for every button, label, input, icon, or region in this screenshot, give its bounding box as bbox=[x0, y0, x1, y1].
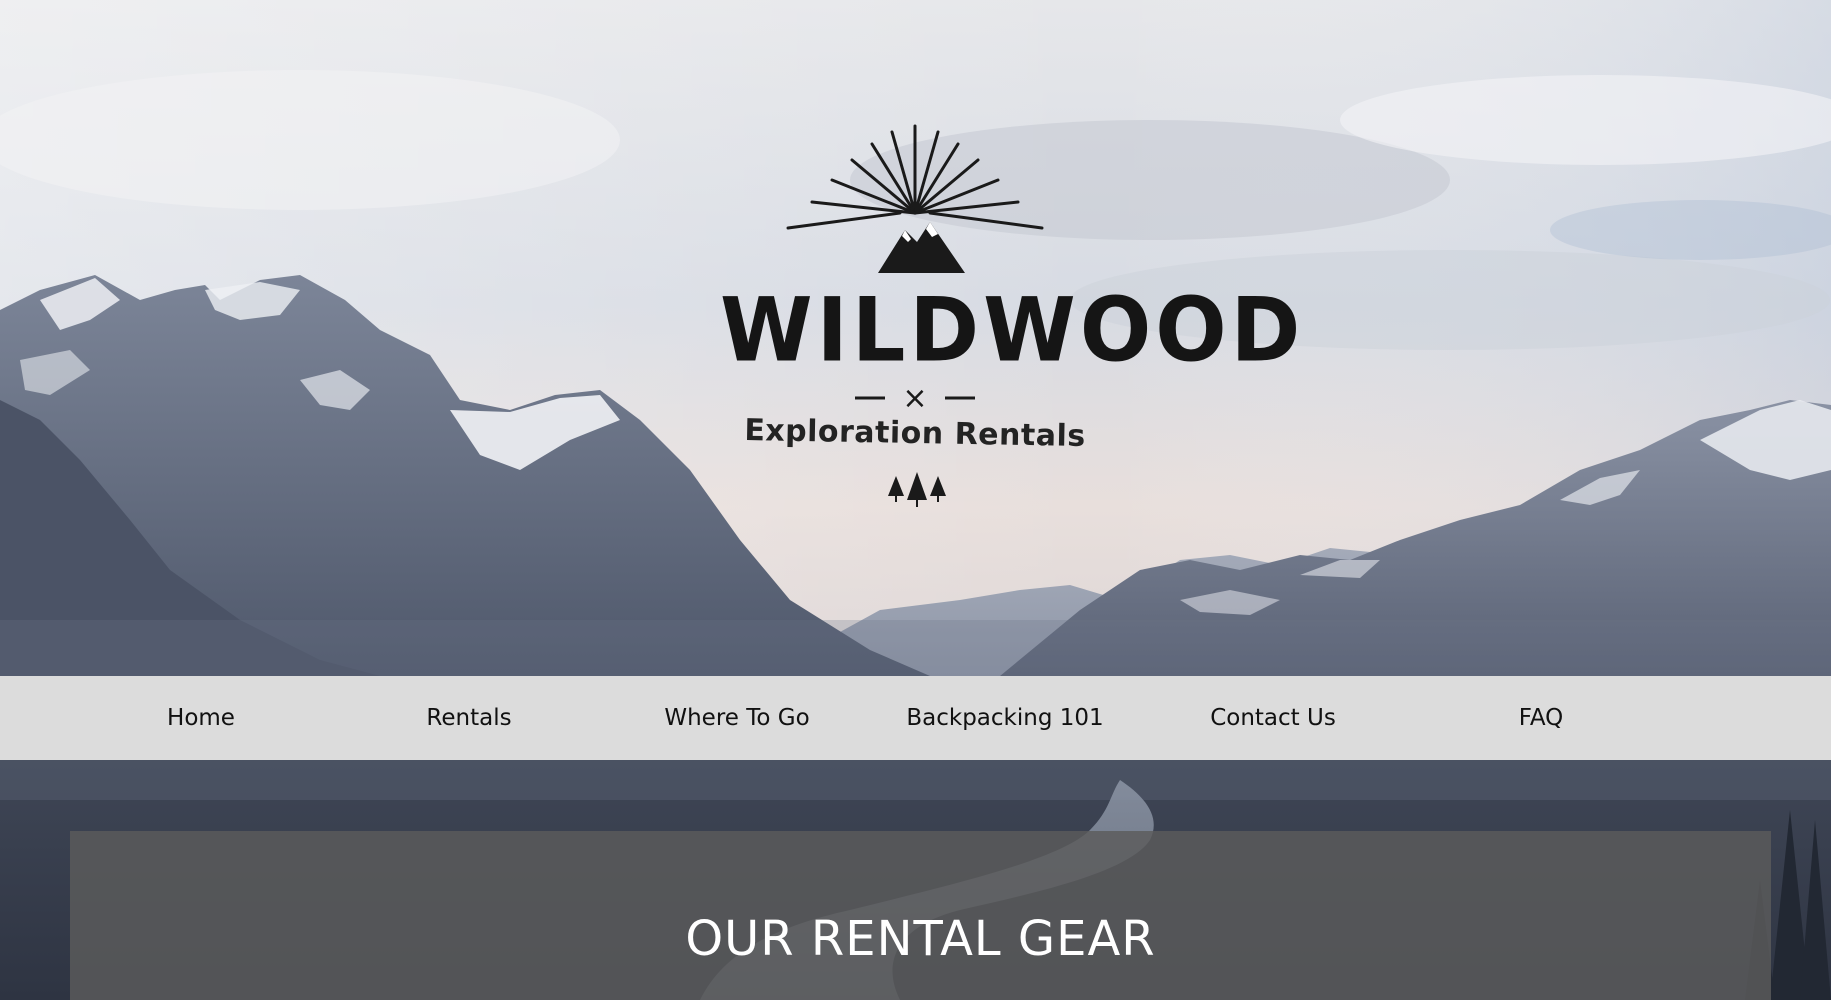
logo-wordmark: WILDWOOD bbox=[720, 278, 1305, 382]
nav-where-to-go[interactable]: Where To Go bbox=[603, 676, 871, 760]
logo-divider-mark: × bbox=[902, 381, 927, 416]
main-navigation: Home Rentals Where To Go Backpacking 101… bbox=[0, 676, 1831, 761]
nav-backpacking-101[interactable]: Backpacking 101 bbox=[871, 676, 1139, 760]
section-title: OUR RENTAL GEAR bbox=[685, 910, 1156, 967]
hero-banner: WILDWOOD × Exploration Rentals bbox=[0, 0, 1831, 676]
page: WILDWOOD × Exploration Rentals Home Rent… bbox=[0, 0, 1831, 1000]
mountain-sunburst-icon bbox=[786, 124, 1044, 273]
nav-rentals[interactable]: Rentals bbox=[335, 676, 603, 760]
rental-gear-section: OUR RENTAL GEAR bbox=[70, 831, 1771, 1000]
logo-tagline: Exploration Rentals bbox=[744, 413, 1086, 454]
nav-faq[interactable]: FAQ bbox=[1407, 676, 1675, 760]
logo-divider: × bbox=[855, 381, 975, 416]
wildwood-logo[interactable]: WILDWOOD × Exploration Rentals bbox=[720, 118, 1305, 518]
three-pine-trees-icon bbox=[888, 472, 946, 507]
nav-contact-us[interactable]: Contact Us bbox=[1139, 676, 1407, 760]
nav-home[interactable]: Home bbox=[67, 676, 335, 760]
